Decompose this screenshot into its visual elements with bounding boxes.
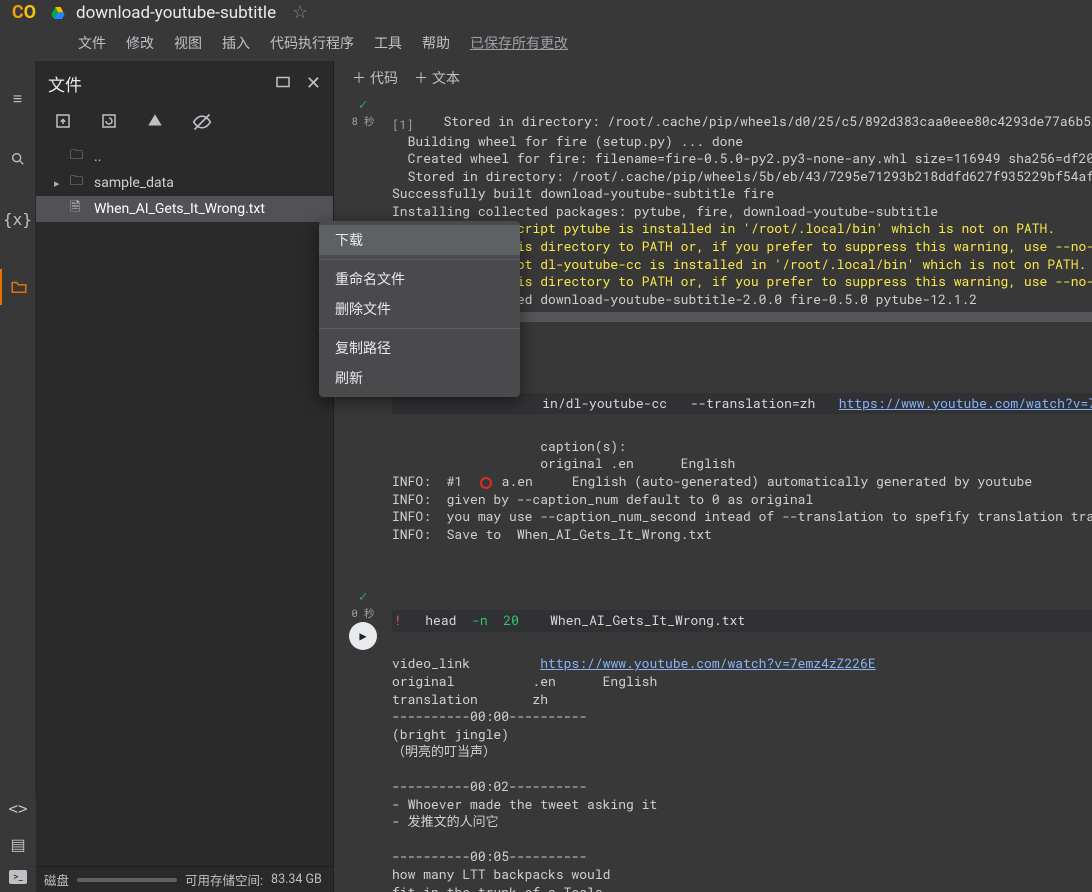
ctx-separator xyxy=(319,259,520,260)
cell1-output: Stored in directory: /root/.cache/pip/wh… xyxy=(392,112,1092,220)
folder-up-icon: 🗀 xyxy=(70,146,88,168)
cell-2: in/dl-youtube-cc --translation=zh https:… xyxy=(334,369,1092,568)
folder-icon: 🗀 xyxy=(70,172,88,194)
cell-time: 0 秒 xyxy=(351,606,374,620)
hide-icon[interactable] xyxy=(192,112,212,132)
chevron-right-icon[interactable]: ▸ xyxy=(54,177,64,190)
command-palette-icon[interactable]: ▤ xyxy=(8,834,28,854)
cell2-url[interactable]: https://www.youtube.com/watch?v=7emz4zZ2… xyxy=(839,394,1092,412)
add-code-label: 代码 xyxy=(370,68,398,88)
cell-time: 8 秒 xyxy=(351,114,374,128)
code-snippets-icon[interactable]: <> xyxy=(8,798,28,818)
cell2-path: in/dl-youtube-cc xyxy=(542,394,667,412)
new-window-icon[interactable] xyxy=(274,73,292,94)
menu-runtime[interactable]: 代码执行程序 xyxy=(260,27,364,59)
search-icon[interactable] xyxy=(8,149,28,169)
menu-help[interactable]: 帮助 xyxy=(412,27,460,59)
disk-space-label: 可用存储空间: xyxy=(185,870,263,889)
drive-icon xyxy=(50,5,66,21)
add-code-button[interactable]: ＋ 代码 xyxy=(352,68,398,88)
file-context-menu: 下载 重命名文件 删除文件 复制路径 刷新 xyxy=(319,221,520,397)
add-text-label: 文本 xyxy=(432,68,460,88)
menu-tools[interactable]: 工具 xyxy=(364,27,412,59)
variables-icon[interactable]: {x} xyxy=(8,209,28,229)
cell3-file: When_AI_Gets_It_Wrong.txt xyxy=(550,611,745,629)
tree-folder-sample[interactable]: ▸ 🗀 sample_data xyxy=(36,170,333,196)
record-dot-icon xyxy=(480,477,492,489)
star-icon[interactable]: ☆ xyxy=(292,2,308,23)
check-icon: ✓ xyxy=(359,587,367,606)
menu-view[interactable]: 视图 xyxy=(164,27,212,59)
disk-usage-bar xyxy=(77,878,177,882)
cell2-output-pre: caption(s): original .en English INFO: #… xyxy=(392,437,1092,543)
cell3-n: -n xyxy=(472,611,488,629)
ctx-separator xyxy=(319,328,520,329)
notebook-title[interactable]: download-youtube-subtitle xyxy=(76,3,276,23)
tree-folder-label: sample_data xyxy=(94,175,174,191)
tree-file-selected[interactable]: 🗎 When_AI_Gets_It_Wrong.txt xyxy=(36,196,333,222)
cell-3: ✓ 0 秒 ▶ ! head -n 20 When_AI_Gets_It_Wro… xyxy=(334,587,1092,892)
ctx-copy-path[interactable]: 复制路径 xyxy=(319,333,520,363)
files-tab-icon[interactable] xyxy=(0,269,36,305)
terminal-icon[interactable]: >_ xyxy=(9,870,27,884)
cell-in-count: [1] xyxy=(392,117,428,133)
tree-up[interactable]: 🗀 .. xyxy=(36,144,333,170)
disk-label: 磁盘 xyxy=(44,870,69,889)
add-text-button[interactable]: ＋ 文本 xyxy=(414,68,460,88)
colab-logo: CO xyxy=(8,2,40,24)
file-icon: 🗎 xyxy=(70,198,88,220)
mount-drive-icon[interactable] xyxy=(146,112,164,132)
save-status: 已保存所有更改 xyxy=(460,27,578,59)
cell3-head: head xyxy=(425,611,456,629)
run-button[interactable]: ▶ xyxy=(349,622,377,650)
ctx-delete[interactable]: 删除文件 xyxy=(319,294,520,324)
ctx-download[interactable]: 下载 xyxy=(319,225,520,255)
cell3-output: video_link https://www.youtube.com/watch… xyxy=(392,654,876,892)
cell3-num: 20 xyxy=(503,611,519,629)
cell2-flag: --translation=zh xyxy=(690,394,815,412)
cell3-bang: ! xyxy=(394,611,402,629)
check-icon: ✓ xyxy=(359,95,367,114)
disk-space-value: 83.34 GB xyxy=(271,872,322,887)
toc-icon[interactable]: ≡ xyxy=(8,89,28,109)
close-icon[interactable]: ✕ xyxy=(306,73,321,94)
refresh-icon[interactable] xyxy=(100,112,118,132)
ctx-rename[interactable]: 重命名文件 xyxy=(319,264,520,294)
menu-file[interactable]: 文件 xyxy=(68,27,116,59)
menu-edit[interactable]: 修改 xyxy=(116,27,164,59)
tree-file-label: When_AI_Gets_It_Wrong.txt xyxy=(94,201,265,217)
upload-icon[interactable] xyxy=(54,112,72,132)
ctx-refresh[interactable]: 刷新 xyxy=(319,363,520,393)
cell3-link[interactable]: https://www.youtube.com/watch?v=7emz4zZ2… xyxy=(540,654,875,672)
menu-insert[interactable]: 插入 xyxy=(212,27,260,59)
tree-up-label: .. xyxy=(94,149,101,165)
cell3-cmd[interactable]: ! head -n 20 When_AI_Gets_It_Wrong.txt xyxy=(392,610,1092,632)
sidebar-title: 文件 xyxy=(48,71,82,96)
